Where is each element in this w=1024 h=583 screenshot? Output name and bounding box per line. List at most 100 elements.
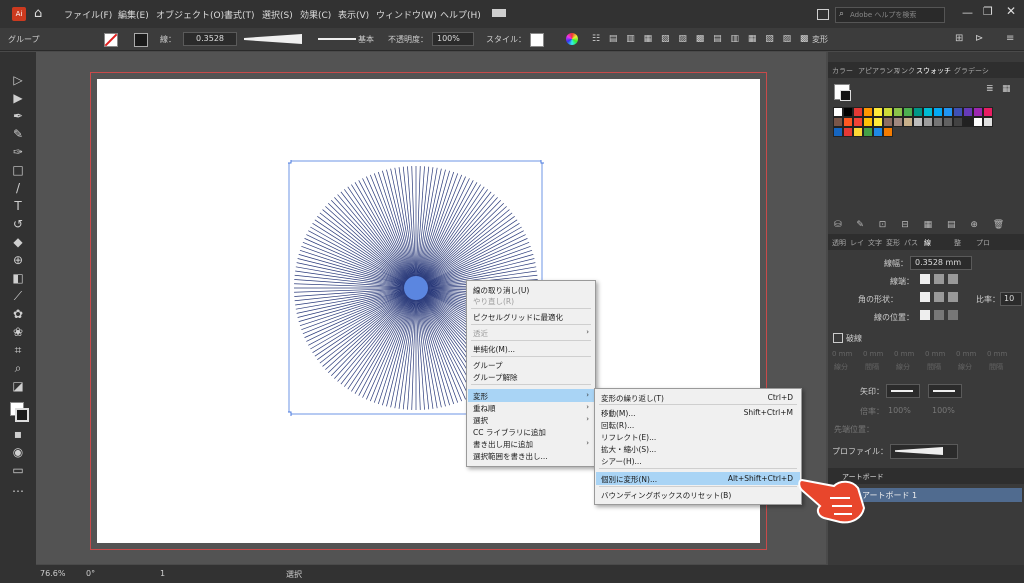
eraser-tool-icon[interactable]: ◆ [10, 234, 26, 250]
grid-view-icon[interactable]: ▦ [1002, 84, 1011, 94]
swatch[interactable] [923, 117, 933, 127]
cap-butt-icon[interactable] [920, 274, 930, 284]
swatch[interactable] [873, 107, 883, 117]
tab-layers[interactable]: レイ [850, 238, 864, 248]
swatch[interactable] [963, 107, 973, 117]
symbol-tool-icon[interactable]: ❀ [10, 324, 26, 340]
cap-round-icon[interactable] [934, 274, 944, 284]
handle-tl[interactable] [288, 160, 292, 164]
menu-item-export-add[interactable]: 書き出し用に追加 [473, 439, 533, 450]
handle-bl[interactable] [288, 411, 292, 416]
submenu-item-reset-bbox[interactable]: バウンディングボックスのリセット(B) [601, 490, 731, 501]
arrow-start-select[interactable] [886, 384, 920, 398]
tab-properties[interactable]: プロ [976, 238, 990, 248]
screen-mode-icon[interactable]: ▭ [10, 462, 26, 478]
swatch[interactable] [983, 117, 993, 127]
home-icon[interactable]: ⌂ [34, 6, 42, 21]
swatch[interactable] [883, 107, 893, 117]
swatch[interactable] [883, 117, 893, 127]
opacity-field[interactable]: 100% [432, 32, 474, 46]
artboard-list-item[interactable]: アートボード 1 [856, 488, 1022, 502]
tab-swatches[interactable]: スウォッチ [916, 66, 951, 76]
swatch[interactable] [853, 117, 863, 127]
swatch[interactable] [893, 117, 903, 127]
arrange-icon[interactable] [817, 9, 829, 20]
shape-builder-icon[interactable]: ⊕ [10, 252, 26, 268]
pencil-tool-icon[interactable]: / [10, 180, 26, 196]
swatch[interactable] [843, 127, 853, 137]
curvature-tool-icon[interactable]: ✎ [10, 126, 26, 142]
swatch[interactable] [983, 107, 993, 117]
transform-label[interactable]: 変形 [812, 34, 828, 45]
zoom-level[interactable]: 76.6% [40, 569, 65, 578]
swatch-fill-stroke-icon[interactable] [834, 84, 851, 101]
swatch[interactable] [833, 127, 843, 137]
profile-select[interactable] [890, 444, 958, 459]
rectangle-tool-icon[interactable]: □ [10, 162, 26, 178]
stroke-swatch[interactable] [134, 33, 148, 47]
panel-menu-icon[interactable]: ≡ [1006, 33, 1014, 44]
tab-color[interactable]: カラー [832, 66, 853, 76]
menu-edit[interactable]: 編集(E) [118, 8, 149, 21]
menu-window[interactable]: ウィンドウ(W) [376, 8, 437, 21]
swatch[interactable] [903, 117, 913, 127]
zoom-tool-icon[interactable]: ⌕ [10, 360, 26, 376]
limit-input[interactable]: 10 [1000, 292, 1022, 306]
submenu-item-shear[interactable]: シアー(H)... [601, 456, 642, 467]
menu-help[interactable]: ヘルプ(H) [440, 8, 481, 21]
fill-swatch[interactable] [104, 33, 118, 47]
menu-item-pixel-grid[interactable]: ピクセルグリッドに最適化 [473, 312, 563, 323]
stroke-weight-field[interactable]: 0.3528 [183, 32, 237, 46]
eyedropper-tool-icon[interactable]: ⟋ [10, 288, 26, 304]
swatch[interactable] [943, 107, 953, 117]
tab-links[interactable]: リンク [894, 66, 915, 76]
swatch[interactable] [873, 127, 883, 137]
swatch[interactable] [953, 107, 963, 117]
menu-effect[interactable]: 効果(C) [300, 8, 331, 21]
dash-cell[interactable]: 0 mm [832, 350, 852, 358]
dash-cell[interactable]: 0 mm [956, 350, 976, 358]
opacity-label[interactable]: 不透明度： [388, 34, 428, 45]
rotation-value[interactable]: 0° [86, 569, 95, 578]
swatch[interactable] [863, 107, 873, 117]
menu-item-arrange[interactable]: 重ね順 [473, 403, 496, 414]
align-center-icon[interactable] [920, 310, 930, 320]
tab-transparency[interactable]: 透明 [832, 238, 846, 248]
draw-mode-icon[interactable]: ◉ [10, 444, 26, 460]
menu-item-cc-library[interactable]: CC ライブラリに追加 [473, 427, 546, 438]
swatch[interactable] [833, 117, 843, 127]
swatch[interactable] [913, 117, 923, 127]
tab-pathfinder[interactable]: パス [904, 238, 918, 248]
tab-character[interactable]: 文字 [868, 238, 882, 248]
color-mode-icon[interactable]: ▪ [10, 426, 26, 442]
swatch[interactable] [973, 117, 983, 127]
blend-tool-icon[interactable]: ✿ [10, 306, 26, 322]
corner-round-icon[interactable] [934, 292, 944, 302]
menu-select[interactable]: 選択(S) [262, 8, 293, 21]
menu-item-undo[interactable]: 線の取り消し(U) [473, 285, 529, 296]
tab-gradient[interactable]: グラデーシ [954, 66, 989, 76]
handle-tr[interactable] [540, 160, 544, 164]
arrow-end-select[interactable] [928, 384, 962, 398]
swatch-library-icons[interactable]: ⛁ ✎ ⊡ ⊟ ▦ ▤ ⊕ 🗑 [834, 220, 1010, 230]
menu-item-group[interactable]: グループ [473, 360, 503, 371]
dash-cell[interactable]: 0 mm [987, 350, 1007, 358]
swatch[interactable] [863, 127, 873, 137]
page-number[interactable]: 1 [160, 569, 165, 578]
swatch[interactable] [913, 107, 923, 117]
dash-checkbox[interactable] [833, 333, 843, 343]
menu-item-select[interactable]: 選択 [473, 415, 488, 426]
arrange-docs-icon[interactable]: ⊳ [975, 33, 983, 44]
swatch[interactable] [833, 107, 843, 117]
dash-cell[interactable]: 0 mm [863, 350, 883, 358]
search-field[interactable]: ⌕ Adobe ヘルプを検索 [835, 7, 945, 23]
variable-width-profile[interactable] [244, 34, 302, 44]
scale-start[interactable]: 100% [888, 406, 911, 415]
align-outside-icon[interactable] [948, 310, 958, 320]
selection-tool-icon[interactable]: ▷ [10, 72, 26, 88]
swatch[interactable] [943, 117, 953, 127]
tab-transform[interactable]: 変形 [886, 238, 900, 248]
align-icons[interactable]: ☷ ▤ ▥ ▦ ▧ ▨ ▩ ▤ ▥ ▦ ▧ ▨ ▩ [592, 34, 811, 44]
minimize-icon[interactable]: — [962, 6, 973, 19]
brush-definition[interactable] [318, 38, 356, 40]
